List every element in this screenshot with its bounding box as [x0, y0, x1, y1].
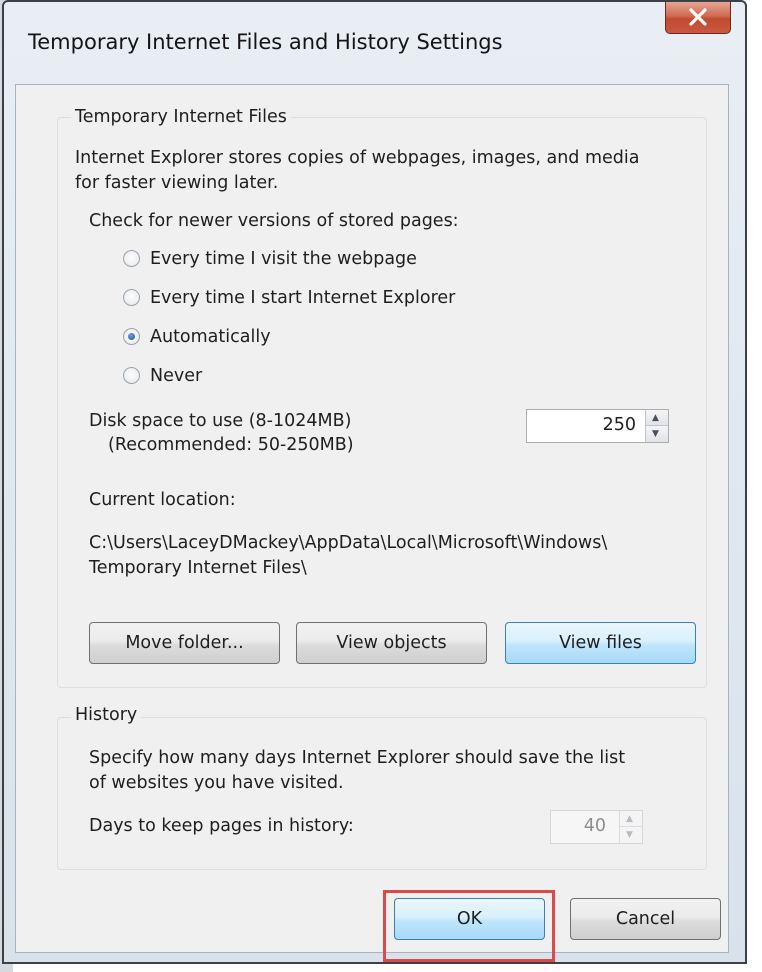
radio-never-button[interactable] — [123, 367, 140, 384]
radio-every-visit-button[interactable] — [123, 250, 140, 267]
spin-down-icon: ▼ — [626, 830, 633, 840]
days-to-keep-spinner[interactable]: 40 ▲ ▼ — [550, 810, 643, 844]
current-location-label: Current location: — [89, 490, 236, 510]
spin-up-icon: ▲ — [626, 814, 633, 824]
view-files-button[interactable]: View files — [505, 622, 696, 664]
radio-every-visit-label: Every time I visit the webpage — [150, 249, 417, 269]
history-description-line2: of websites you have visited. — [89, 773, 344, 793]
disk-space-label: Disk space to use (8-1024MB) — [89, 411, 352, 431]
settings-dialog: Temporary Internet Files and History Set… — [2, 0, 747, 964]
temporary-internet-files-group-label: Temporary Internet Files — [71, 107, 291, 127]
disk-space-recommended: (Recommended: 50-250MB) — [108, 435, 354, 455]
history-description-line1: Specify how many days Internet Explorer … — [89, 748, 626, 768]
days-spin-buttons: ▲ ▼ — [619, 811, 642, 843]
disk-space-spinner[interactable]: 250 ▲ ▼ — [526, 409, 669, 443]
close-button[interactable] — [665, 2, 731, 34]
days-decrement[interactable]: ▼ — [620, 827, 642, 843]
dialog-title: Temporary Internet Files and History Set… — [28, 30, 503, 54]
radio-automatically-button[interactable] — [123, 328, 140, 345]
location-path-line2: Temporary Internet Files\ — [89, 558, 307, 578]
days-increment[interactable]: ▲ — [620, 811, 642, 827]
spin-down-icon: ▼ — [652, 429, 659, 439]
radio-never-label: Never — [150, 366, 203, 386]
radio-every-start-label: Every time I start Internet Explorer — [150, 288, 456, 308]
temp-files-description-line2: for faster viewing later. — [75, 173, 279, 193]
disk-space-increment[interactable]: ▲ — [646, 410, 668, 426]
close-x-icon — [689, 8, 707, 26]
disk-space-spin-buttons: ▲ ▼ — [645, 410, 668, 442]
view-objects-button[interactable]: View objects — [296, 622, 487, 664]
location-path-line1: C:\Users\LaceyDMackey\AppData\Local\Micr… — [89, 533, 608, 553]
temp-files-description-line1: Internet Explorer stores copies of webpa… — [75, 148, 640, 168]
days-to-keep-label: Days to keep pages in history: — [89, 816, 354, 836]
check-newer-versions-label: Check for newer versions of stored pages… — [89, 211, 459, 231]
title-bar: Temporary Internet Files and History Set… — [4, 2, 745, 82]
disk-space-value[interactable]: 250 — [603, 410, 636, 440]
dialog-client-area: Temporary Internet Files Internet Explor… — [15, 84, 729, 953]
radio-automatically-label: Automatically — [150, 327, 271, 347]
history-group-label: History — [71, 705, 142, 725]
radio-every-start-button[interactable] — [123, 289, 140, 306]
ok-button-highlight — [383, 890, 555, 962]
spin-up-icon: ▲ — [652, 413, 659, 423]
temporary-internet-files-group — [57, 117, 707, 688]
move-folder-button[interactable]: Move folder... — [89, 622, 280, 664]
disk-space-decrement[interactable]: ▼ — [646, 426, 668, 442]
cancel-button[interactable]: Cancel — [570, 898, 721, 940]
days-to-keep-value[interactable]: 40 — [584, 811, 606, 841]
